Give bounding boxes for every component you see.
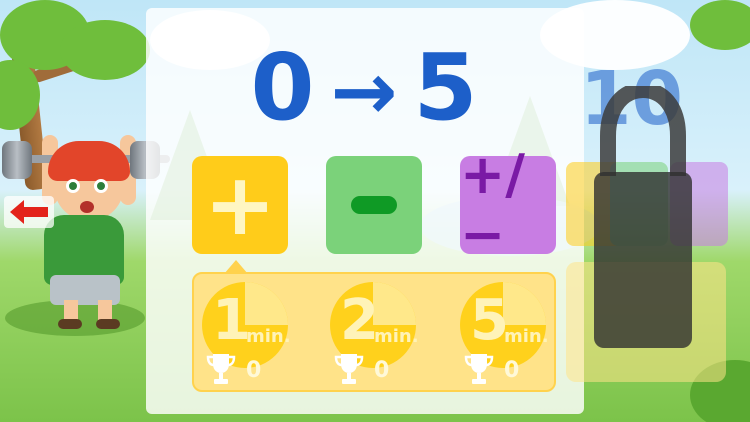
subtraction-button[interactable] xyxy=(326,156,422,254)
trophy-icon xyxy=(206,354,236,384)
level-panel: 0 → 5 + +/− 1 min. 0 2 min. 0 5 min. 0 xyxy=(146,8,584,414)
plus-minus-icon: +/− xyxy=(460,143,525,266)
character-eye xyxy=(66,179,80,193)
back-arrow-icon xyxy=(4,196,54,228)
range-arrow-icon: → xyxy=(330,45,400,138)
trophy-count: 0 xyxy=(504,358,520,383)
trophy-count: 0 xyxy=(374,358,390,383)
timer-5-min-button[interactable]: 5 min. 0 xyxy=(456,282,560,386)
back-button[interactable] xyxy=(4,190,56,234)
character-hair xyxy=(48,141,130,181)
character-mouth xyxy=(80,201,94,213)
character-eye xyxy=(94,179,108,193)
character-shoe xyxy=(96,319,120,329)
barbell-weight-left xyxy=(2,141,32,179)
padlock-icon[interactable] xyxy=(594,86,692,348)
plus-icon: + xyxy=(203,155,277,255)
trophy-count: 0 xyxy=(246,358,262,383)
range-to: 5 xyxy=(413,34,480,141)
timer-unit: min. xyxy=(504,326,549,347)
addition-button[interactable]: + xyxy=(192,156,288,254)
minus-icon xyxy=(351,196,397,214)
mixed-operations-button[interactable]: +/− xyxy=(460,145,556,265)
timer-selector: 1 min. 0 2 min. 0 5 min. 0 xyxy=(192,260,556,392)
timer-1-min-button[interactable]: 1 min. 0 xyxy=(198,282,302,386)
timer-unit: min. xyxy=(374,326,419,347)
timer-unit: min. xyxy=(246,326,291,347)
trophy-icon xyxy=(334,354,364,384)
character-shoe xyxy=(58,319,82,329)
number-range-title: 0 → 5 xyxy=(146,38,584,142)
range-from: 0 xyxy=(250,34,317,141)
tree-foliage xyxy=(60,20,150,80)
trophy-icon xyxy=(464,354,494,384)
timer-2-min-button[interactable]: 2 min. 0 xyxy=(326,282,430,386)
